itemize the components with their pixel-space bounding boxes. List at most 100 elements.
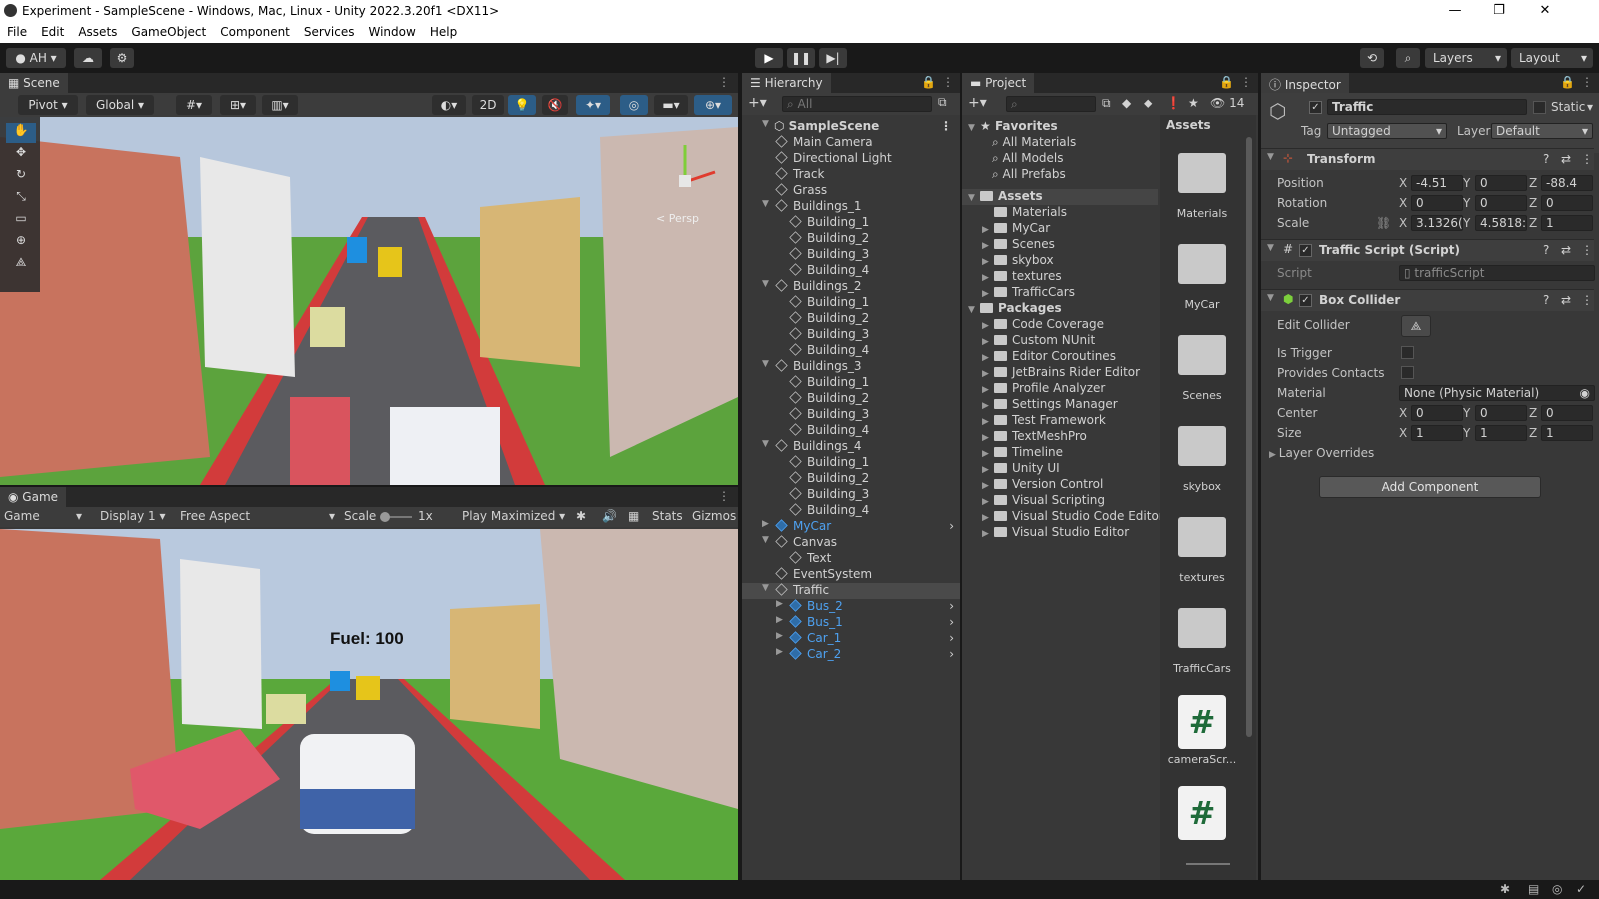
foldout-arrow[interactable]: ▶ xyxy=(982,337,994,347)
packages-root-row[interactable]: ▼ Packages xyxy=(968,301,1062,317)
hierarchy-row[interactable]: Building_1 xyxy=(742,455,960,471)
box-collider-enabled-checkbox[interactable]: ✓ xyxy=(1299,294,1312,307)
traffic-script-header[interactable]: ▼ # ✓ Traffic Script (Script) ? ⇄ ⋮ xyxy=(1261,239,1594,261)
hierarchy-row[interactable]: ▼ Traffic xyxy=(742,583,960,599)
hierarchy-row[interactable]: Building_3 xyxy=(742,327,960,343)
hierarchy-row[interactable]: Building_4 xyxy=(742,423,960,439)
tab-inspector[interactable]: ⓘ Inspector xyxy=(1261,73,1349,93)
foldout-arrow[interactable]: ▼ xyxy=(762,535,774,545)
edit-collider-button[interactable]: ⟁ xyxy=(1401,315,1431,337)
foldout-arrow[interactable]: ▶ xyxy=(982,385,994,395)
hierarchy-row[interactable]: Building_4 xyxy=(742,343,960,359)
asset-folder-row[interactable]: Materials xyxy=(982,205,1067,221)
scale-slider-handle[interactable] xyxy=(380,512,390,522)
custom-tool-icon[interactable]: ⟁ xyxy=(6,255,36,275)
hierarchy-row[interactable]: Building_3 xyxy=(742,247,960,263)
package-row[interactable]: ▶ Visual Studio Code Editor xyxy=(982,509,1164,525)
progress-icon[interactable]: ✓ xyxy=(1576,882,1586,896)
foldout-arrow[interactable]: ▶ xyxy=(982,401,994,411)
foldout-arrow[interactable]: ▼ xyxy=(762,439,774,449)
mute-audio-icon[interactable]: 🔊 xyxy=(602,509,617,523)
vector-y-input[interactable]: 4.5818: xyxy=(1475,215,1527,231)
hierarchy-row[interactable]: Building_3 xyxy=(742,407,960,423)
minimize-button[interactable]: — xyxy=(1432,0,1478,23)
menu-services[interactable]: Services xyxy=(297,23,362,43)
hierarchy-row[interactable]: Building_2 xyxy=(742,311,960,327)
more-icon[interactable]: ⋮ xyxy=(718,75,730,89)
open-prefab-icon[interactable]: › xyxy=(949,615,954,629)
aspect-dropdown[interactable]: Free Aspect ▾ xyxy=(180,509,335,523)
maximize-button[interactable]: ❐ xyxy=(1476,0,1522,23)
active-checkbox[interactable]: ✓ xyxy=(1309,101,1322,114)
foldout-arrow[interactable]: ▶ xyxy=(776,647,788,657)
hierarchy-row[interactable]: ▶ MyCar › xyxy=(742,519,960,535)
add-icon[interactable]: +▾ xyxy=(748,95,767,111)
cache-icon[interactable]: ▤ xyxy=(1528,882,1539,896)
lock-icon[interactable]: 🔒 xyxy=(921,75,936,89)
scene-root-row[interactable]: ▼ ⬡ SampleScene ⋮ xyxy=(742,119,960,135)
static-checkbox[interactable] xyxy=(1533,101,1546,114)
help-icon[interactable]: ? xyxy=(1543,152,1549,166)
foldout-arrow[interactable]: ▶ xyxy=(982,513,994,523)
more-icon[interactable]: ⋮ xyxy=(940,119,952,133)
grid-item[interactable]: Materials xyxy=(1160,143,1244,229)
favorite-icon[interactable]: ★ xyxy=(1188,96,1199,110)
fav-all-materials[interactable]: ⌕ All Materials xyxy=(992,135,1076,151)
grid-item[interactable]: # cameraScr... xyxy=(1160,689,1244,775)
lock-icon[interactable]: 🔒 xyxy=(1560,75,1575,89)
foldout-arrow[interactable]: ▼ xyxy=(762,359,774,369)
search-filter-icon[interactable]: ⧉ xyxy=(938,95,947,110)
hierarchy-row[interactable]: ▶ Bus_2 › xyxy=(742,599,960,615)
vector-z-input[interactable]: 1 xyxy=(1541,215,1593,231)
grid-toggle-icon[interactable]: ⊞▾ xyxy=(220,95,256,115)
search-icon[interactable]: ⌕ xyxy=(1396,48,1420,68)
foldout-arrow[interactable]: ▶ xyxy=(982,321,994,331)
more-icon[interactable]: ⋮ xyxy=(1581,293,1593,307)
hierarchy-row[interactable]: Grass xyxy=(742,183,960,199)
project-search-input[interactable]: ⌕ xyxy=(1006,96,1096,112)
hidden-objects-icon[interactable]: ◎ xyxy=(620,95,648,115)
package-row[interactable]: ▶ Unity UI xyxy=(982,461,1060,477)
play-button[interactable]: ▶ xyxy=(755,48,783,68)
tag-icon[interactable]: ⬥ xyxy=(1144,96,1152,111)
package-row[interactable]: ▶ TextMeshPro xyxy=(982,429,1087,445)
tab-hierarchy[interactable]: ☰ Hierarchy xyxy=(742,73,831,93)
preset-icon[interactable]: ⇄ xyxy=(1561,152,1571,166)
material-field[interactable]: None (Physic Material) ◉ xyxy=(1399,385,1595,401)
package-row[interactable]: ▶ Editor Coroutines xyxy=(982,349,1116,365)
more-icon[interactable]: ⋮ xyxy=(1240,75,1252,89)
hierarchy-row[interactable]: Track xyxy=(742,167,960,183)
bug-icon[interactable]: ✱ xyxy=(576,509,586,523)
grid-item[interactable]: Scenes xyxy=(1160,325,1244,411)
more-icon[interactable]: ⋮ xyxy=(718,489,730,503)
hierarchy-row[interactable]: EventSystem xyxy=(742,567,960,583)
layer-overrides-row[interactable]: ▶ Layer Overrides xyxy=(1269,446,1374,460)
constrain-scale-icon[interactable]: ⛓ xyxy=(1376,216,1391,230)
hierarchy-row[interactable]: Building_2 xyxy=(742,471,960,487)
hierarchy-row[interactable]: Building_2 xyxy=(742,231,960,247)
vector-z-input[interactable]: 1 xyxy=(1541,425,1593,441)
provides-contacts-checkbox[interactable] xyxy=(1401,366,1414,379)
asset-folder-row[interactable]: ▶ MyCar xyxy=(982,221,1050,237)
foldout-arrow[interactable]: ▶ xyxy=(776,599,788,609)
layout-dropdown[interactable]: Layout ▾ xyxy=(1511,48,1593,68)
search-by-label-icon[interactable]: ◆ xyxy=(1122,96,1131,110)
play-mode-dropdown[interactable]: Play Maximized ▾ xyxy=(462,509,565,523)
transform-tool-icon[interactable]: ⊕ xyxy=(6,233,36,253)
hierarchy-row[interactable]: ▶ Car_1 › xyxy=(742,631,960,647)
history-icon[interactable]: ⟲ xyxy=(1360,48,1384,68)
package-row[interactable]: ▶ Settings Manager xyxy=(982,397,1118,413)
grid-item[interactable]: textures xyxy=(1160,507,1244,593)
asset-folder-row[interactable]: ▶ Scenes xyxy=(982,237,1055,253)
collab-icon[interactable]: ⚙ xyxy=(110,48,134,68)
close-button[interactable]: ✕ xyxy=(1522,0,1568,23)
package-row[interactable]: ▶ Test Framework xyxy=(982,413,1106,429)
gizmos-toggle-icon[interactable]: ⊕▾ xyxy=(694,95,732,115)
menu-gameobject[interactable]: GameObject xyxy=(124,23,213,43)
box-collider-header[interactable]: ▼ ⬢ ✓ Box Collider ? ⇄ ⋮ xyxy=(1261,289,1594,311)
hierarchy-row[interactable]: Directional Light xyxy=(742,151,960,167)
global-dropdown[interactable]: Global ▾ xyxy=(86,95,154,115)
tab-project[interactable]: ▬ Project xyxy=(962,73,1035,93)
vector-y-input[interactable]: 0 xyxy=(1475,195,1527,211)
help-icon[interactable]: ? xyxy=(1543,243,1549,257)
